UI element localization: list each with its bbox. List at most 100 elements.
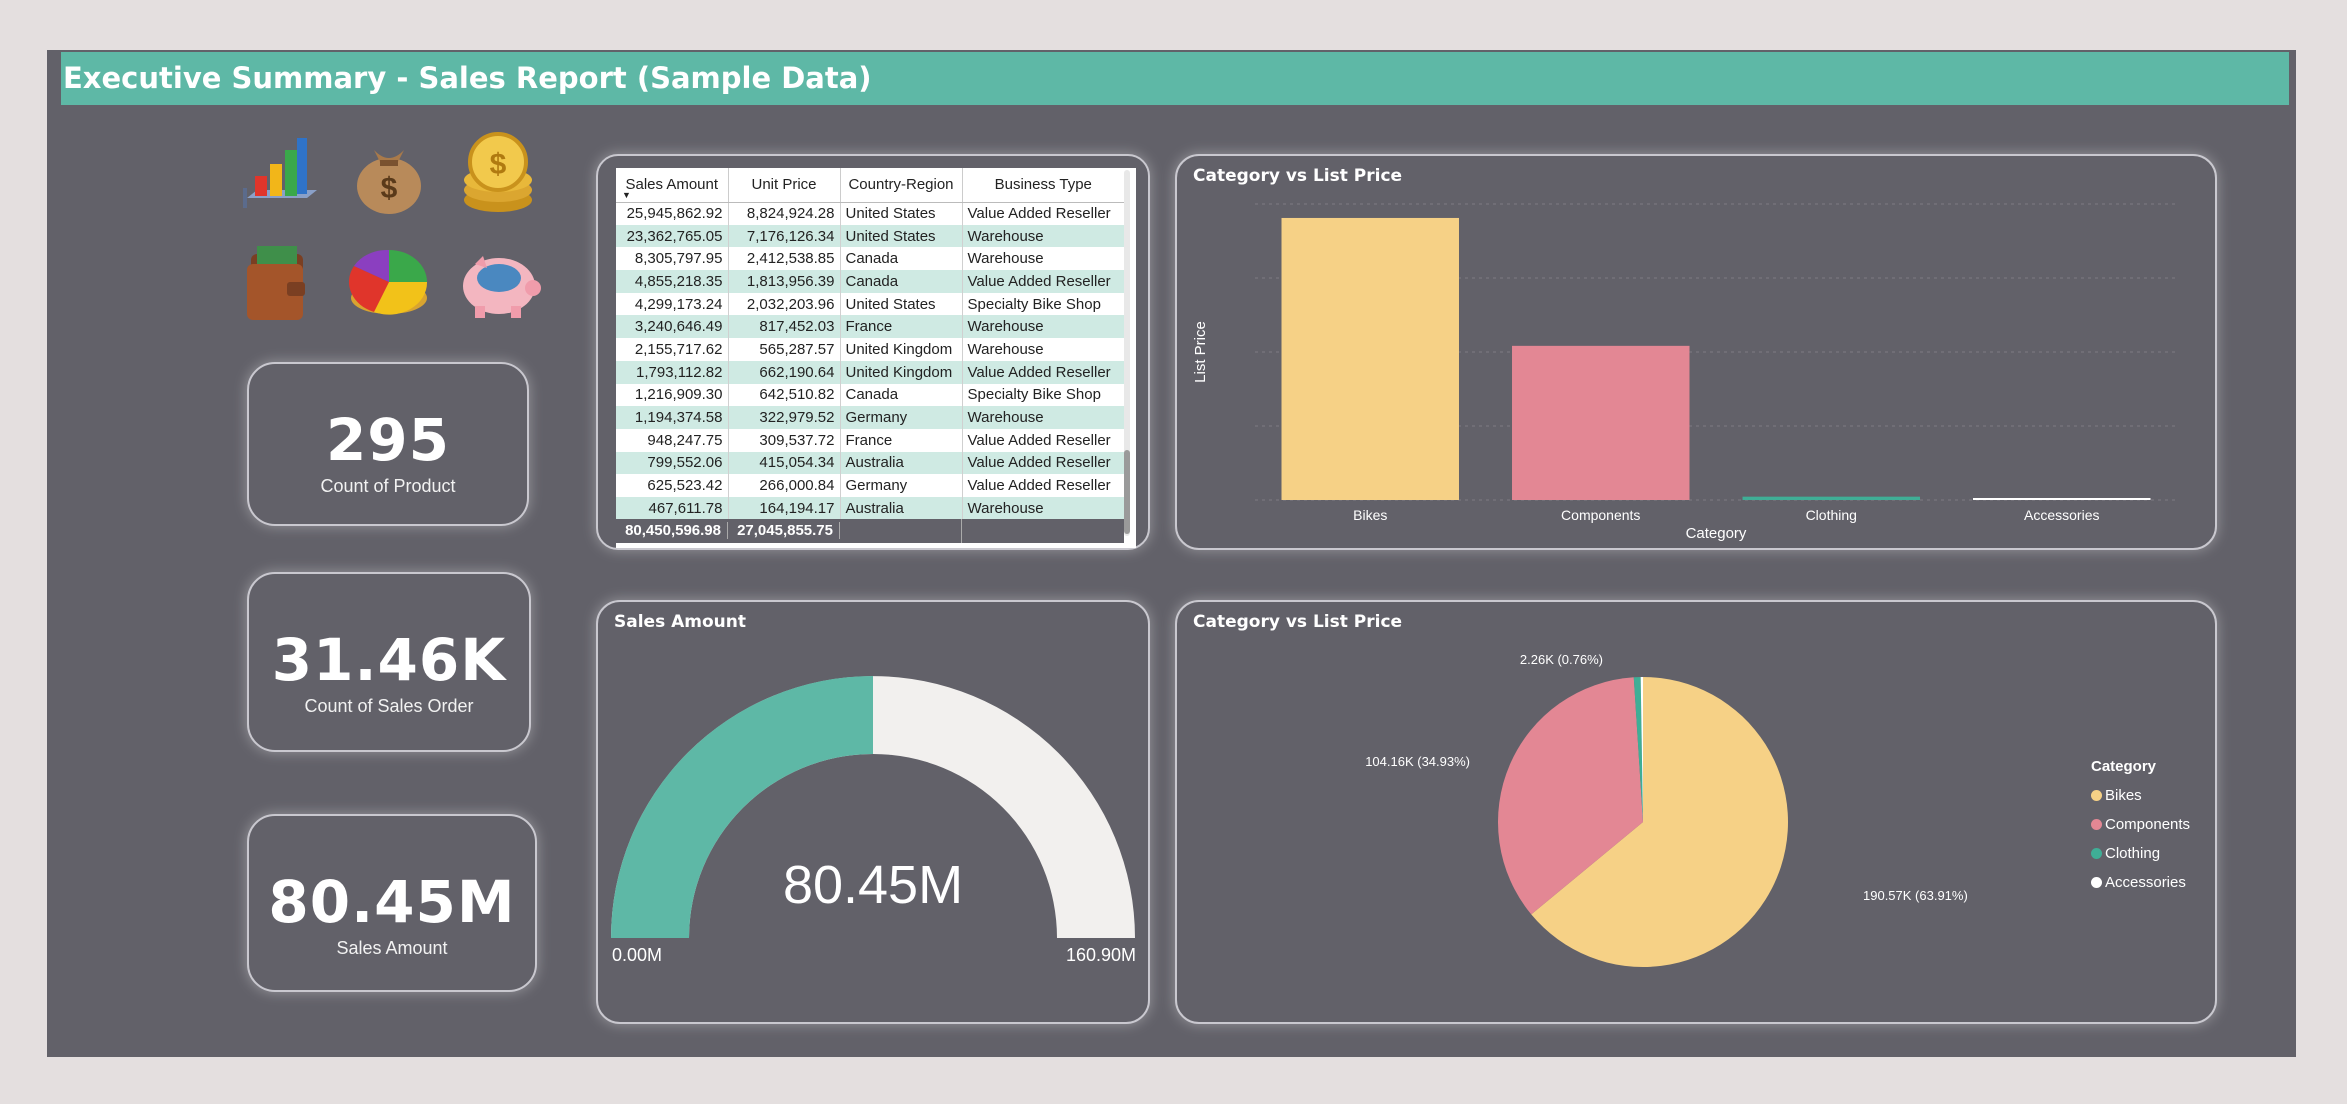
bar-clothing[interactable] — [1742, 496, 1920, 500]
table-row[interactable]: 948,247.75 309,537.72 France Value Added Re… — [616, 428, 1124, 452]
kpi-label: Sales Amount — [336, 938, 448, 958]
cell-unit-price: 642,510.82 — [727, 383, 840, 407]
cell-sales-amount: 799,552.06 — [616, 451, 728, 475]
pie-chart: 190.57K (63.91%) 104.16K (34.93%) 2.26K (0… — [1365, 652, 1968, 967]
total-divider — [840, 519, 962, 543]
cell-country-region: Australia — [839, 451, 962, 475]
cell-business-type: Value Added Reseller — [961, 360, 1124, 384]
table-row[interactable]: 1,216,909.30 642,510.82 Canada Specialty Bi… — [616, 383, 1124, 407]
cell-sales-amount: 2,155,717.62 — [634, 340, 723, 358]
bar-accessories[interactable] — [1973, 498, 2151, 500]
table-row[interactable]: 23,362,765.05 7,176,126.34 United States Wa… — [616, 224, 1124, 248]
cell-sales-amount: 8,305,797.95 — [634, 250, 723, 268]
kpi-card-product-count: 295 Count of Product — [247, 362, 529, 526]
gauge-max-label: 160.90M — [1066, 945, 1136, 965]
cell-country-region: United Kingdom — [839, 360, 962, 384]
column-header-sales-amount[interactable]: Sales Amount ▼ — [616, 168, 728, 203]
cell-country-region: Germany — [839, 406, 962, 429]
table-body: 25,945,862.92 8,824,924.28 United States Va… — [616, 202, 1124, 520]
gauge-min-label: 0.00M — [612, 945, 662, 965]
cell-sales-amount: 1,194,374.58 — [616, 406, 728, 429]
cell-country-region: Australia — [839, 496, 962, 520]
column-header-unit-price[interactable]: Unit Price — [727, 168, 840, 203]
x-tick-label: Components — [1561, 507, 1640, 523]
cell-business-type: Value Added Reseller — [961, 474, 1124, 497]
pie-data-label: 104.16K (34.93%) — [1365, 754, 1470, 769]
cell-country-region: Canada — [839, 247, 962, 271]
cell-business-type: Value Added Reseller — [961, 451, 1124, 475]
legend-item-components[interactable]: Components — [2091, 810, 2190, 839]
table-scrollbar[interactable] — [1124, 170, 1130, 536]
table-row[interactable]: 4,855,218.35 1,813,956.39 Canada Value Adde… — [616, 270, 1124, 293]
table-row[interactable]: 8,305,797.95 2,412,538.85 Canada Warehouse — [616, 247, 1124, 271]
gauge-chart: 80.45M 0.00M 160.90M — [611, 676, 1136, 965]
legend-item-accessories[interactable]: Accessories — [2091, 868, 2190, 897]
cell-unit-price: 8,824,924.28 — [727, 202, 840, 225]
cell-business-type: Warehouse — [961, 247, 1124, 271]
x-tick-label: Clothing — [1806, 507, 1857, 523]
column-header-label: Business Type — [994, 176, 1092, 194]
legend-item-clothing[interactable]: Clothing — [2091, 839, 2190, 868]
cell-country-region: United Kingdom — [839, 338, 962, 361]
table-row[interactable]: 4,299,173.24 2,032,203.96 United States Spe… — [616, 292, 1124, 316]
sales-table-container[interactable]: Sales Amount ▼ Unit Price Country-Region… — [616, 168, 1136, 548]
cell-sales-amount: 1,793,112.82 — [616, 360, 728, 384]
svg-text:$: $ — [381, 172, 398, 205]
cell-unit-price: 7,176,126.34 — [727, 224, 840, 248]
table-row[interactable]: 2,155,717.62 565,287.57 United Kingdom Ware… — [616, 338, 1124, 361]
cell-business-type: Specialty Bike Shop — [961, 292, 1124, 316]
bar-chart-icon — [237, 128, 327, 220]
cell-business-type: Warehouse — [961, 338, 1124, 361]
cell-unit-price: 415,054.34 — [727, 451, 840, 475]
gauge-value-label: 80.45M — [783, 855, 963, 915]
sales-table: Sales Amount ▼ Unit Price Country-Region… — [616, 168, 1124, 520]
x-tick-label: Bikes — [1353, 507, 1387, 523]
cell-unit-price: 309,537.72 — [727, 428, 840, 452]
cell-country-region: France — [839, 428, 962, 452]
column-header-label: Unit Price — [751, 176, 817, 194]
bar-chart: Bikes Components Clothing Accessories Catego… — [1192, 203, 2177, 542]
legend-marker — [2091, 790, 2102, 801]
cell-sales-amount: 4,299,173.24 — [634, 295, 723, 313]
pie-legend: Category Bikes Components Clothing Accessor… — [2091, 758, 2190, 897]
bar-bikes[interactable] — [1281, 217, 1459, 500]
cell-sales-amount: 25,945,862.92 — [626, 205, 723, 223]
column-header-business-type[interactable]: Business Type — [961, 168, 1124, 203]
pie-chart-icon — [344, 236, 434, 328]
table-row[interactable]: 467,611.78 164,194.17 Australia Warehouse — [616, 496, 1124, 520]
cell-business-type: Specialty Bike Shop — [961, 383, 1124, 407]
column-header-label: Country-Region — [848, 176, 954, 194]
cell-sales-amount: 4,855,218.35 — [616, 270, 728, 293]
gold-coins-icon: $ — [453, 128, 543, 220]
table-row[interactable]: 799,552.06 415,054.34 Australia Value Added… — [616, 451, 1124, 475]
cell-unit-price: 322,979.52 — [727, 406, 840, 429]
cell-sales-amount: 3,240,646.49 — [616, 315, 728, 339]
table-total-row: 80,450,596.98 27,045,855.75 — [616, 519, 1124, 543]
kpi-value: 295 — [325, 406, 451, 474]
cell-unit-price: 1,813,956.39 — [727, 270, 840, 293]
kpi-card-sales-amount: 80.45M Sales Amount — [247, 814, 537, 992]
scrollbar-thumb[interactable] — [1124, 450, 1130, 534]
legend-item-bikes[interactable]: Bikes — [2091, 781, 2190, 810]
cell-country-region: France — [839, 315, 962, 339]
cell-country-region: Canada — [839, 383, 962, 407]
table-row[interactable]: 3,240,646.49 817,452.03 France Warehouse — [616, 315, 1124, 339]
x-axis-label: Category — [1686, 525, 1747, 542]
bar-components[interactable] — [1512, 345, 1690, 500]
legend-marker — [2091, 819, 2102, 830]
cell-sales-amount: 948,247.75 — [647, 431, 723, 449]
gauge-card: Sales Amount 80.45M 0.00M 160.90M — [596, 600, 1150, 1024]
cell-country-region: United States — [839, 202, 962, 225]
table-row[interactable]: 625,523.42 266,000.84 Germany Value Added R… — [616, 474, 1124, 497]
sales-table-card: Sales Amount ▼ Unit Price Country-Region… — [596, 154, 1150, 550]
kpi-value: 31.46K — [271, 626, 507, 694]
column-header-country-region[interactable]: Country-Region — [839, 168, 962, 203]
legend-title: Category — [2091, 758, 2157, 775]
cell-business-type: Value Added Reseller — [961, 270, 1124, 293]
kpi-label: Count of Product — [320, 476, 456, 496]
table-row[interactable]: 25,945,862.92 8,824,924.28 United States Va… — [616, 202, 1124, 225]
cell-sales-amount: 1,216,909.30 — [634, 386, 723, 404]
legend-marker — [2091, 848, 2102, 859]
table-row[interactable]: 1,793,112.82 662,190.64 United Kingdom Valu… — [616, 360, 1124, 384]
table-row[interactable]: 1,194,374.58 322,979.52 Germany Warehouse — [616, 406, 1124, 429]
